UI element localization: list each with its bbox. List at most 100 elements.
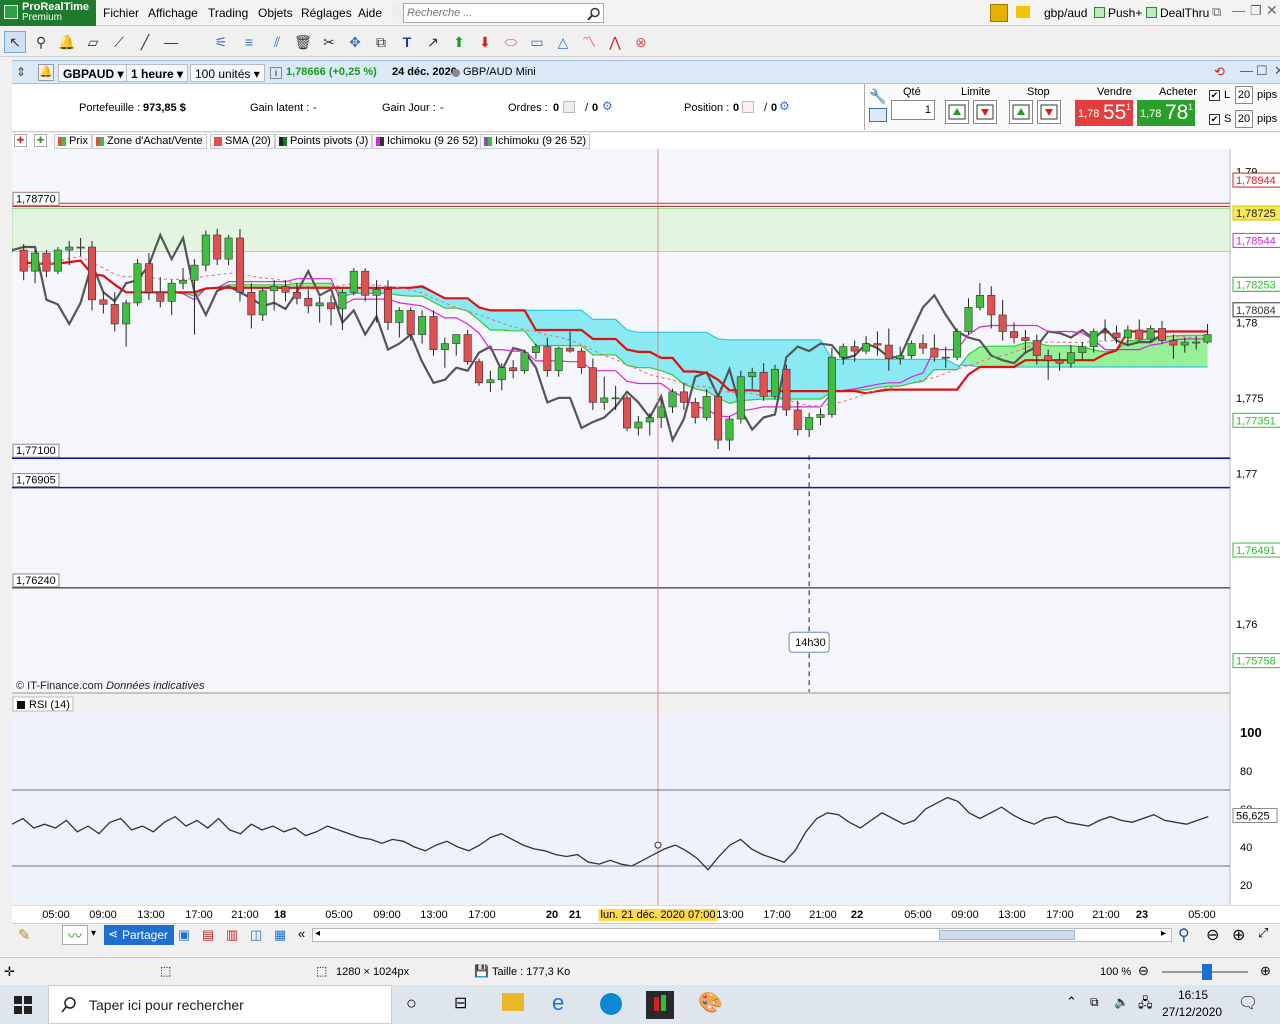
buy-button[interactable]: 1,78 78 1	[1137, 100, 1195, 126]
stop-sell-button[interactable]	[1037, 100, 1061, 124]
menu-trading[interactable]: Trading	[208, 6, 248, 20]
paint-icon[interactable]: 🎨	[698, 990, 723, 1015]
edge-icon[interactable]	[600, 993, 622, 1015]
legend-sma[interactable]: SMA (20)	[210, 134, 275, 149]
scroll-first-icon[interactable]: «	[298, 926, 305, 941]
legend-pivots[interactable]: Points pivots (J)	[275, 134, 373, 149]
down-arrow-icon[interactable]: ⬇	[474, 31, 496, 53]
menu-affichage[interactable]: Affichage	[148, 6, 198, 20]
scrollbar-thumb[interactable]	[939, 930, 1075, 940]
legend-ichimoku-1[interactable]: Ichimoku (9 26 52)	[372, 134, 483, 149]
prorealtime-taskbar-icon[interactable]	[646, 991, 674, 1019]
segment-tool-icon[interactable]: ⟋	[108, 31, 130, 53]
text-tool-icon[interactable]: T	[396, 31, 418, 53]
zoom-in-icon[interactable]: ⊕	[1232, 925, 1245, 945]
ordres-settings-icon[interactable]: ⚙	[602, 99, 613, 113]
tab-dealthru[interactable]: DealThru	[1142, 3, 1213, 23]
move-icon[interactable]: ✥	[344, 31, 366, 53]
limit-pips-input[interactable]: 20	[1235, 86, 1253, 104]
channel-icon[interactable]: ⫽	[266, 31, 288, 53]
sell-button[interactable]: 1,78 55 1	[1075, 100, 1133, 126]
notification-icon[interactable]: 🗨	[1238, 993, 1258, 1013]
legend-zone[interactable]: Zone d'Achat/Vente	[92, 134, 207, 149]
chart-menu-icon[interactable]: ⇕	[16, 65, 26, 79]
menu-objets[interactable]: Objets	[258, 6, 293, 20]
restore-icon[interactable]: ❐	[1250, 3, 1262, 19]
info-icon[interactable]: i	[270, 67, 282, 79]
draw-icon[interactable]: ✎	[18, 926, 31, 944]
indicator-tool-icon[interactable]: ⚟	[210, 31, 232, 53]
tab-gbpaud[interactable]: gbp/aud	[1036, 3, 1091, 23]
pattern-tool-icon[interactable]: ⋀	[604, 31, 626, 53]
file-explorer-icon[interactable]	[502, 993, 524, 1011]
price-chart[interactable]: 1,787701,771001,769051,762401,791,781,77…	[0, 149, 1280, 905]
tab-push[interactable]: Push+	[1090, 3, 1146, 23]
windows-start-icon[interactable]	[14, 996, 32, 1014]
taskbar-search[interactable]: Taper ici pour rechercher	[48, 985, 392, 1024]
time-scrollbar[interactable]: ◂ ▸	[312, 928, 1172, 942]
search-icon[interactable]	[587, 7, 601, 21]
arrow-tool-icon[interactable]: ↗	[422, 31, 444, 53]
line-tool-icon[interactable]: ╱	[134, 31, 156, 53]
ie-icon[interactable]: e	[552, 990, 564, 1016]
volume-icon[interactable]: 🔈	[1114, 995, 1129, 1009]
legend-ichimoku-2[interactable]: Ichimoku (9 26 52)	[480, 134, 591, 149]
units-selector[interactable]: 100 unités ▾	[190, 64, 265, 82]
clock-time[interactable]: 16:15	[1178, 988, 1208, 1002]
scroll-right-icon[interactable]: ▸	[1161, 928, 1166, 939]
keypad-icon[interactable]	[869, 108, 887, 122]
screenshot-icon[interactable]: ◫	[250, 927, 262, 943]
ruler-tool-icon[interactable]: ▱	[82, 31, 104, 53]
stop-pips-input[interactable]: 20	[1235, 110, 1253, 128]
menu-reglages[interactable]: Réglages	[301, 6, 352, 20]
expand-icon[interactable]: ⤢	[1258, 925, 1268, 941]
stop-checkbox[interactable]: ✔	[1209, 114, 1220, 125]
detach-icon[interactable]: ⧉	[1212, 4, 1221, 20]
search-input[interactable]	[407, 6, 583, 20]
templates-icon[interactable]: ▥	[226, 927, 238, 943]
tray-chevron-icon[interactable]: ⌃	[1066, 994, 1077, 1010]
share-button[interactable]: ⋖ Partager	[104, 925, 175, 945]
chart-type-icon[interactable]: 〰	[62, 925, 88, 945]
scroll-left-icon[interactable]: ◂	[315, 928, 320, 939]
fibonacci-icon[interactable]: ≡	[238, 31, 260, 53]
ordres-cancel-icon[interactable]	[563, 101, 575, 113]
drawing-tools-icon[interactable]	[990, 4, 1008, 22]
comment-icon[interactable]: ▣	[178, 927, 190, 943]
menu-fichier[interactable]: Fichier	[103, 6, 139, 20]
zoom-fit-icon[interactable]: ⚲	[1178, 925, 1190, 945]
cursor-tool-icon[interactable]: ↖	[4, 31, 26, 53]
timeframe-selector[interactable]: 1 heure ▾	[126, 64, 189, 82]
zoom-plus-icon[interactable]: ⊕	[1260, 963, 1271, 979]
limit-checkbox[interactable]: ✔	[1209, 90, 1220, 101]
zoom-minus-icon[interactable]: ⊖	[1138, 963, 1149, 979]
alert-tool-icon[interactable]: 🔔	[56, 31, 78, 53]
task-view-icon[interactable]: ⊟	[454, 993, 467, 1013]
add-indicator-icon[interactable]: ✚	[34, 134, 47, 147]
remove-indicator-icon[interactable]: ✚	[14, 134, 27, 147]
chart-type-dropdown-icon[interactable]: ▾	[91, 928, 96, 939]
search-box[interactable]	[392, 3, 604, 23]
zoom-out-icon[interactable]: ⊖	[1206, 925, 1219, 945]
position-settings-icon[interactable]: ⚙	[779, 99, 790, 113]
rectangle-tool-icon[interactable]: ▭	[526, 31, 548, 53]
layout-icon[interactable]: ▦	[274, 927, 286, 943]
copy-icon[interactable]: ⧉	[370, 31, 392, 53]
clear-tools-icon[interactable]: ⊗	[630, 31, 652, 53]
close-icon[interactable]: ✕	[1266, 2, 1278, 19]
chart-close-icon[interactable]: ✕	[1274, 63, 1280, 79]
search-filter-icon[interactable]	[392, 3, 404, 23]
limite-buy-button[interactable]	[945, 100, 969, 124]
alert-bell-icon[interactable]: 🔔	[38, 64, 54, 81]
zoom-slider-thumb[interactable]	[1202, 964, 1212, 980]
up-arrow-icon[interactable]: ⬆	[448, 31, 470, 53]
cortana-icon[interactable]: ○	[406, 993, 417, 1014]
chart-area[interactable]: 1,787701,771001,769051,762401,791,781,77…	[0, 149, 1280, 905]
minimize-icon[interactable]: —	[1232, 3, 1245, 18]
tools-icon[interactable]: ✂	[318, 31, 340, 53]
folder-icon[interactable]	[1016, 6, 1030, 18]
sync-icon[interactable]: ⟲	[1214, 64, 1232, 81]
ellipse-tool-icon[interactable]: ⬭	[500, 31, 522, 53]
chart-minimize-icon[interactable]: —	[1240, 63, 1253, 78]
delete-objects-icon[interactable]: 🗑	[292, 31, 314, 53]
